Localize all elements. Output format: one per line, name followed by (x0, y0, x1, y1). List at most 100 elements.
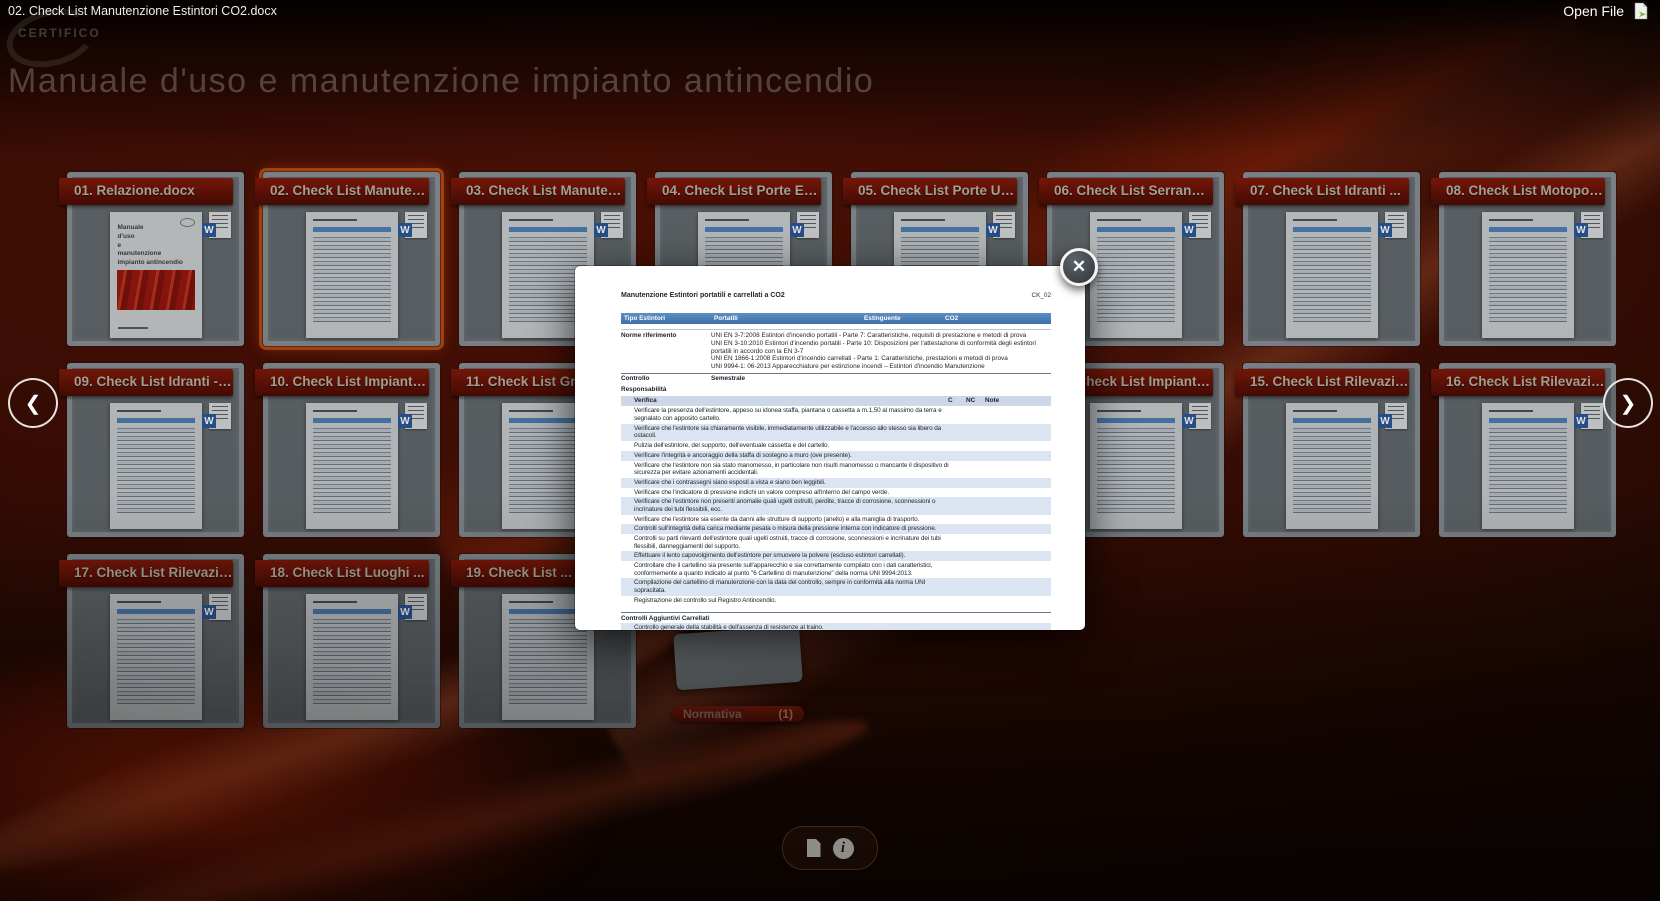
col-nc: NC (966, 397, 985, 405)
word-badge: W (986, 223, 1000, 237)
check-row: Verificare che l'estintore sia chiaramen… (621, 424, 1051, 441)
check-row: Verificare la presenza dell'estintore, a… (621, 406, 1051, 423)
verifica-label: Verifica (634, 397, 948, 405)
thumb-table-header (1293, 227, 1371, 232)
card-title: 02. Check List Manutenzione ... (255, 178, 429, 204)
doc-title: Manutenzione Estintori portatili e carre… (621, 292, 785, 300)
document-card[interactable]: 10. Check List Impianti ... W (263, 363, 440, 537)
additional-section-title: Controlli Aggiuntivi Carrellati (621, 612, 1051, 623)
card-title: 18. Check List Luoghi ... (255, 560, 429, 586)
thumb-text-lines (117, 619, 195, 704)
word-badge: W (594, 223, 608, 237)
doc-header: Manutenzione Estintori portatili e carre… (621, 292, 1051, 300)
word-icon: W (1189, 403, 1211, 429)
thumb-title-line (509, 410, 553, 412)
doc-code: CK_02 (1031, 292, 1051, 300)
card-title-bar: 06. Check List Serrande ... (1039, 178, 1213, 205)
thumb-text-lines (313, 619, 391, 704)
thumb-title-line (1293, 219, 1337, 221)
document-thumbnail (1482, 403, 1574, 529)
word-icon: W (1581, 212, 1603, 238)
thumb-title-line (901, 219, 945, 221)
card-title-bar: 15. Check List Rilevazione ... (1235, 369, 1409, 396)
close-button[interactable]: ✕ (1060, 248, 1098, 286)
next-page-button[interactable]: ❯ (1603, 378, 1653, 428)
card-title: 03. Check List Manutenzione ... (451, 178, 625, 204)
card-title: 01. Relazione.docx (59, 178, 233, 204)
thumb-table-header (1097, 418, 1175, 423)
word-icon: W (1581, 403, 1603, 429)
card-title: 04. Check List Porte EI - ... (647, 178, 821, 204)
word-badge: W (202, 223, 216, 237)
thumb-table-header (1293, 418, 1371, 423)
stack-card (673, 626, 803, 691)
thumb-table-header (313, 609, 391, 614)
thumb-text-lines (313, 237, 391, 322)
document-thumbnail (1090, 212, 1182, 338)
thumb-table-header (1489, 418, 1567, 423)
document-card[interactable]: 18. Check List Luoghi ... W (263, 554, 440, 728)
norme-line: UNI 9994-1: 06-2013 Apparecchiature per … (711, 363, 1051, 371)
document-thumbnail (110, 594, 202, 720)
col-co2: CO2 (942, 315, 1051, 323)
document-card[interactable]: 08. Check List Motopoma ... W (1439, 172, 1616, 346)
word-icon: W (209, 212, 231, 238)
word-badge: W (1378, 223, 1392, 237)
thumb-text-lines (509, 619, 587, 704)
document-card[interactable]: 16. Check List Rilevazione CO... W (1439, 363, 1616, 537)
card-title: 06. Check List Serrande ... (1039, 178, 1213, 204)
check-row: Verificare che l'estintore sia esente da… (621, 515, 1051, 525)
word-icon: W (993, 212, 1015, 238)
word-badge: W (1378, 414, 1392, 428)
document-thumbnail (1090, 403, 1182, 529)
document-thumbnail (306, 403, 398, 529)
document-card[interactable]: 02. Check List Manutenzione ... W (263, 172, 440, 346)
word-icon: W (1385, 212, 1407, 238)
document-card[interactable]: 17. Check List Rilevazione ... W (67, 554, 244, 728)
verifica-header-row: Verifica C NC Note (621, 396, 1051, 407)
col-tipo-estintori: Tipo Estintori (621, 315, 711, 323)
thumb-table-header (313, 418, 391, 423)
thumb-table-header (901, 227, 979, 232)
thumb-title-line (1489, 219, 1533, 221)
card-title: 15. Check List Rilevazione ... (1235, 369, 1409, 395)
word-icon: W (405, 212, 427, 238)
document-card[interactable]: 07. Check List Idranti ... W (1243, 172, 1420, 346)
document-thumbnail (1286, 403, 1378, 529)
word-badge: W (398, 223, 412, 237)
responsabilita-label: Responsabilità (621, 385, 1051, 396)
open-file-button[interactable]: Open File (1563, 2, 1650, 20)
card-title: 16. Check List Rilevazione CO... (1431, 369, 1605, 395)
card-title-bar: 07. Check List Idranti ... (1235, 178, 1409, 205)
export-document-button[interactable] (807, 839, 821, 857)
norme-line: UNI EN 1866-1:2008 Estintori d'incendio … (711, 355, 1051, 363)
document-preview: Manutenzione Estintori portatili e carre… (575, 266, 1085, 630)
window-title: 02. Check List Manutenzione Estintori CO… (8, 4, 277, 18)
thumb-title-line (509, 601, 553, 603)
thumb-table-header (117, 418, 195, 423)
col-note: Note (985, 397, 1051, 405)
word-icon: W (601, 212, 623, 238)
document-card[interactable]: 09. Check List Idranti - ... W (67, 363, 244, 537)
document-thumbnail (306, 594, 398, 720)
preview-modal: Manutenzione Estintori portatili e carre… (575, 266, 1085, 630)
document-card[interactable]: 15. Check List Rilevazione ... W (1243, 363, 1420, 537)
logo-text: CERTIFICO (18, 26, 101, 40)
document-card[interactable]: 01. Relazione.docx Manualed'usoemanutenz… (67, 172, 244, 346)
controllo-value: Semestrale (711, 375, 745, 383)
info-button[interactable]: i (833, 838, 854, 859)
card-title-bar: 05. Check List Porte Uscite ... (843, 178, 1017, 205)
card-title-bar: 17. Check List Rilevazione ... (59, 560, 233, 587)
card-title-bar: 03. Check List Manutenzione ... (451, 178, 625, 205)
col-c: C (948, 397, 966, 405)
card-title: 10. Check List Impianti ... (255, 369, 429, 395)
prev-page-button[interactable]: ❮ (8, 378, 58, 428)
thumb-title-line (1097, 219, 1141, 221)
normativa-stack[interactable]: Normativa (1) (672, 630, 804, 722)
stack-count: (1) (778, 707, 793, 721)
thumb-text-lines (1293, 428, 1371, 513)
word-icon: W (405, 594, 427, 620)
card-title-bar: 02. Check List Manutenzione ... (255, 178, 429, 205)
table-header: Tipo Estintori Portatili Estinguente CO2 (621, 313, 1051, 326)
thumb-text-lines (1489, 428, 1567, 513)
